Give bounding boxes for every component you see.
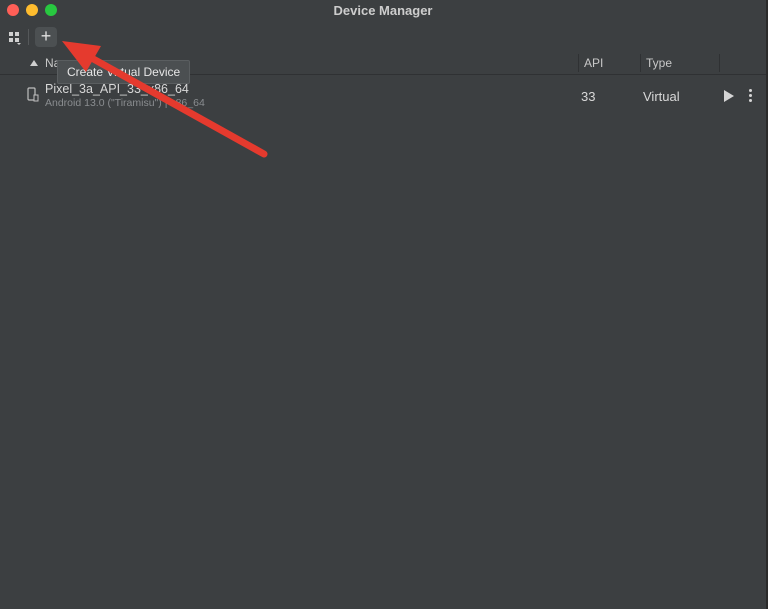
device-manager-window: Device Manager + Na API Type Pixel_3a_AP… [0, 0, 768, 609]
column-header-api[interactable]: API [584, 52, 603, 74]
title-bar: Device Manager [0, 0, 766, 20]
phone-icon [27, 87, 39, 102]
toolbar: + [0, 20, 766, 53]
device-api-level: 33 [581, 89, 596, 104]
device-name: Pixel_3a_API_33_x86_64 [45, 82, 189, 96]
window-title: Device Manager [333, 2, 433, 18]
more-vertical-icon[interactable] [746, 88, 754, 104]
create-virtual-device-button[interactable]: + [35, 27, 57, 47]
close-window-button[interactable] [7, 4, 19, 16]
play-icon[interactable] [724, 90, 734, 102]
column-divider [640, 54, 641, 72]
minimize-window-button[interactable] [26, 4, 38, 16]
create-virtual-device-tooltip: Create Virtual Device [57, 60, 191, 84]
device-type: Virtual [643, 89, 680, 104]
sort-ascending-icon[interactable] [30, 60, 38, 66]
add-icon: + [40, 26, 52, 46]
device-subtitle: Android 13.0 ("Tiramisu") | x86_64 [45, 97, 205, 109]
column-divider [719, 54, 720, 72]
column-header-type[interactable]: Type [646, 52, 672, 74]
toolbar-separator [28, 29, 29, 45]
column-divider [578, 54, 579, 72]
maximize-window-button[interactable] [45, 4, 57, 16]
grid-menu-icon[interactable] [8, 31, 22, 45]
